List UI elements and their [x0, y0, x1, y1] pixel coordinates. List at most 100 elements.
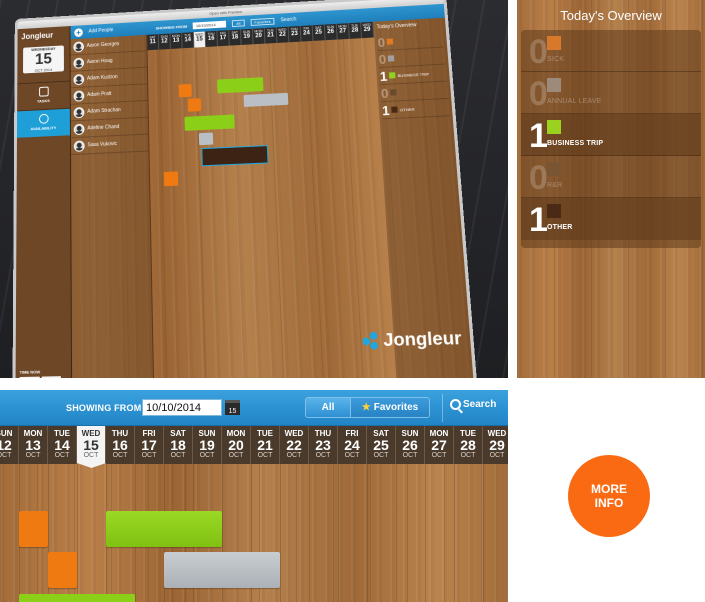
day-header: SAT 18 — [229, 29, 242, 46]
time-minutes: 23 — [41, 376, 62, 378]
category-swatch — [547, 162, 561, 176]
leave-block-sick[interactable] — [48, 552, 77, 588]
time-hours: 10 — [19, 376, 40, 378]
schedule-grid: SAT 11 SUN 12 MON 13 TUE 14 WED 15 THU 16 FRI 17 SAT 18… — [147, 21, 397, 378]
leave-block[interactable] — [201, 145, 269, 167]
column-divider — [425, 464, 426, 602]
add-icon[interactable]: + — [74, 27, 83, 37]
day-header: FRI 17 — [217, 30, 230, 47]
overview-count: 1 — [379, 68, 388, 84]
leave-block[interactable] — [198, 132, 214, 146]
overview-label: OTHER — [547, 224, 573, 231]
day-month: OCT — [0, 452, 12, 459]
day-header: TUE 28 OCT — [454, 426, 483, 464]
tablet-screen: Jongleur WEDNESDAY 15 OCT 2014 TASKS AVA… — [15, 3, 475, 378]
avatar — [73, 57, 85, 69]
app-sidebar: Jongleur WEDNESDAY 15 OCT 2014 TASKS AVA… — [15, 26, 73, 378]
tablet-overview-row: 1 OTHER — [381, 98, 450, 120]
day-header: SUN 12 — [158, 33, 171, 50]
search-button[interactable]: Search — [450, 399, 496, 410]
leave-block[interactable] — [187, 98, 202, 112]
day-header: FRI 24 OCT — [338, 426, 367, 464]
favorites-button[interactable]: ★ Favorites — [350, 398, 429, 417]
person-row[interactable]: Sasa Vukovic — [70, 134, 149, 156]
brand-name: Jongleur — [382, 327, 463, 351]
leave-block-business-trip[interactable] — [19, 594, 135, 602]
tablet-photo: Open with Preview Jongleur WEDNESDAY 15 … — [0, 0, 508, 378]
day-number: 27 — [431, 437, 447, 453]
day-month: OCT — [170, 452, 186, 459]
day-number: 11 — [149, 39, 156, 46]
overview-count: 0 — [378, 51, 387, 67]
toolbar-divider — [442, 394, 443, 422]
leave-block[interactable] — [163, 171, 179, 187]
all-button[interactable]: All — [306, 398, 350, 417]
calendar-zoom: SHOWING FROM 10/10/2014 15 All ★ Favorite… — [0, 390, 508, 602]
day-number: 12 — [0, 437, 12, 453]
category-swatch — [390, 89, 397, 96]
day-month: OCT — [286, 452, 302, 459]
leave-block[interactable] — [217, 77, 264, 94]
avatar — [73, 106, 85, 118]
overview-card: 0 SICK 0 ANNUAL LEAVE 1 BUSINESS TRIP 0 … — [521, 30, 701, 248]
leave-block-annual-leave[interactable] — [164, 552, 280, 588]
category-swatch — [386, 38, 394, 45]
day-month: OCT — [373, 452, 389, 459]
day-header: MON 20 OCT — [222, 426, 251, 464]
overview-label: BUSINESS TRIP — [397, 70, 430, 78]
day-month: OCT — [489, 452, 505, 459]
day-number: 21 — [257, 437, 273, 453]
leave-block[interactable] — [243, 92, 289, 107]
person-name: Aaron Georges — [86, 41, 120, 49]
sidebar-item-tasks[interactable]: TASKS — [17, 80, 70, 111]
day-header: WED 29 — [361, 21, 375, 39]
day-number: 16 — [112, 437, 128, 453]
day-header: THU 23 — [288, 25, 302, 43]
showing-from-label: SHOWING FROM — [66, 403, 142, 413]
day-month: OCT — [402, 452, 418, 459]
calendar-icon[interactable]: 15 — [225, 400, 240, 415]
day-header: SUN 26 OCT — [396, 426, 425, 464]
day-header: SUN 19 — [241, 28, 254, 45]
avatar — [73, 40, 84, 53]
column-divider — [280, 464, 281, 602]
overview-label: R&R — [547, 182, 563, 189]
category-swatch — [547, 78, 561, 92]
day-month: OCT — [141, 452, 157, 459]
search-button[interactable]: Search — [280, 16, 296, 23]
day-month: OCT — [257, 452, 273, 459]
overview-label: BUSINESS TRIP — [547, 140, 604, 147]
todays-overview-panel: Today's Overview 0 SICK 0 ANNUAL LEAVE 1… — [517, 0, 705, 378]
category-swatch — [547, 120, 561, 134]
day-header: MON 20 — [252, 28, 266, 45]
leave-block-sick[interactable] — [19, 511, 48, 547]
day-number: 19 — [243, 33, 251, 40]
time-now-label: TIME NOW — [19, 369, 41, 375]
day-number: 18 — [231, 34, 239, 41]
avatar — [73, 73, 85, 85]
leave-block[interactable] — [178, 83, 192, 98]
category-swatch — [547, 204, 561, 218]
all-button[interactable]: All — [232, 19, 245, 27]
favorites-button[interactable]: Favorites — [250, 17, 275, 26]
leave-block-business-trip[interactable] — [106, 511, 222, 547]
more-info-line2: INFO — [594, 496, 624, 510]
day-number: 13 — [172, 37, 180, 44]
brand-mark: Jongleur — [362, 327, 462, 352]
add-people-button[interactable]: Add People — [89, 27, 114, 34]
overview-row-rnr: 0 R&R — [521, 156, 701, 198]
more-info-button[interactable]: MORE INFO — [568, 455, 650, 537]
day-number: 22 — [279, 31, 287, 38]
category-swatch — [387, 55, 395, 62]
day-number: 15 — [83, 437, 99, 453]
date-input[interactable]: 10/10/2014 — [192, 20, 227, 29]
date-input[interactable]: 10/10/2014 — [142, 399, 222, 416]
day-number: 12 — [161, 38, 168, 45]
sidebar-item-availability[interactable]: AVAILABILITY — [16, 107, 70, 138]
more-info-line1: MORE — [591, 482, 627, 496]
day-number: 17 — [219, 35, 227, 42]
day-header: MON 27 — [336, 23, 350, 40]
day-month: OCT — [431, 452, 447, 459]
leave-block[interactable] — [184, 114, 235, 131]
day-number: 13 — [25, 437, 41, 453]
